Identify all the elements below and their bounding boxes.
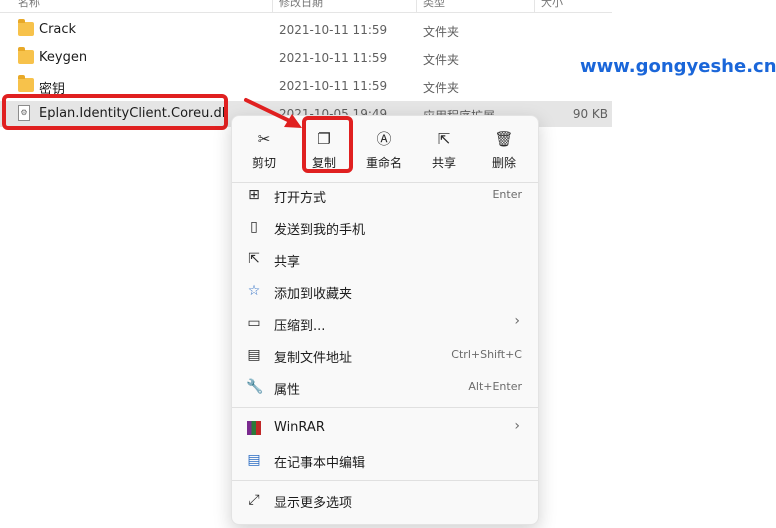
file-type: 文件夹 <box>423 81 460 95</box>
menu-item-shortcut: Ctrl+Shift+C <box>451 348 522 361</box>
share-icon: ⇱ <box>437 130 451 148</box>
share-button[interactable]: ⇱ 共享 <box>416 124 472 176</box>
file-name: Keygen <box>39 50 88 65</box>
menu-divider <box>232 407 538 408</box>
more-options-icon: ⤢ <box>248 492 260 508</box>
share-label: 共享 <box>431 156 456 170</box>
chevron-right-icon: › <box>514 418 520 434</box>
open-with-icon: ⊞ <box>248 187 260 203</box>
menu-item-add-favorites[interactable]: ☆ 添加到收藏夹 <box>236 276 534 306</box>
file-date: 2021-10-11 11:59 <box>279 51 388 65</box>
menu-item-shortcut: Enter <box>492 188 522 201</box>
menu-divider <box>232 480 538 481</box>
phone-icon: ▯ <box>250 219 258 235</box>
menu-item-share[interactable]: ⇱ 共享 <box>236 244 534 274</box>
column-type-header[interactable]: 类型 <box>423 0 445 10</box>
delete-label: 删除 <box>491 156 516 170</box>
chevron-right-icon: › <box>514 313 520 329</box>
menu-item-edit-notepad[interactable]: ▤ 在记事本中编辑 <box>236 445 534 475</box>
column-header: 名称 修改日期 类型 大小 <box>0 0 612 13</box>
context-menu: ✂ 剪切 ❐ 复制 Ⓐ 重命名 ⇱ 共享 🗑 删除 ⊞ 打开方式 Enter ▯… <box>231 115 539 525</box>
menu-item-properties[interactable]: 🔧 属性 Alt+Enter <box>236 372 534 402</box>
menu-item-label: 属性 <box>274 383 301 398</box>
menu-item-label: 复制文件地址 <box>274 351 353 366</box>
file-date: 2021-10-11 11:59 <box>279 79 388 93</box>
rename-button[interactable]: Ⓐ 重命名 <box>356 124 412 176</box>
menu-item-compress[interactable]: ▭ 压缩到... › <box>236 308 534 338</box>
file-row[interactable]: Keygen 2021-10-11 11:59 文件夹 <box>0 45 612 71</box>
watermark-logo: 工业社 <box>603 15 730 62</box>
file-size: 90 KB <box>572 107 608 121</box>
menu-item-winrar[interactable]: WinRAR › <box>236 413 534 443</box>
menu-item-label: 发送到我的手机 <box>274 223 366 238</box>
column-date-header[interactable]: 修改日期 <box>279 0 323 10</box>
menu-item-label: 添加到收藏夹 <box>274 287 353 302</box>
rename-icon: Ⓐ <box>376 130 392 148</box>
notepad-icon: ▤ <box>247 452 261 468</box>
column-separator[interactable] <box>416 0 417 12</box>
menu-item-copy-path[interactable]: ▤ 复制文件地址 Ctrl+Shift+C <box>236 340 534 370</box>
folder-icon <box>18 47 34 64</box>
file-name: Crack <box>39 22 77 37</box>
folder-icon <box>18 75 34 92</box>
file-row[interactable]: Crack 2021-10-11 11:59 文件夹 <box>0 17 612 43</box>
trash-icon: 🗑 <box>494 130 514 148</box>
highlight-box-file <box>2 94 228 130</box>
file-type: 文件夹 <box>423 53 460 67</box>
arrow-annotation <box>244 98 302 128</box>
watermark-url: www.gongyeshe.cn <box>580 56 776 77</box>
folder-icon <box>18 19 34 36</box>
wrench-icon: 🔧 <box>246 379 264 395</box>
column-separator[interactable] <box>272 0 273 12</box>
rename-label: 重命名 <box>365 156 402 170</box>
menu-item-label: WinRAR <box>274 420 325 435</box>
file-date: 2021-10-11 11:59 <box>279 23 388 37</box>
menu-item-shortcut: Alt+Enter <box>468 380 522 393</box>
menu-item-label: 压缩到... <box>274 319 326 334</box>
menu-item-label: 在记事本中编辑 <box>274 456 366 471</box>
zip-folder-icon: ▭ <box>247 315 261 331</box>
share-icon: ⇱ <box>248 251 260 267</box>
column-separator[interactable] <box>534 0 535 12</box>
copy-path-icon: ▤ <box>247 347 261 363</box>
menu-item-label: 共享 <box>274 255 301 270</box>
column-name-header[interactable]: 名称 <box>18 0 40 10</box>
winrar-icon <box>247 421 261 435</box>
delete-button[interactable]: 🗑 删除 <box>476 124 532 176</box>
menu-item-open-with[interactable]: ⊞ 打开方式 Enter <box>236 180 534 210</box>
menu-item-label: 打开方式 <box>274 191 327 206</box>
column-size-header[interactable]: 大小 <box>541 0 563 10</box>
menu-item-send-to-phone[interactable]: ▯ 发送到我的手机 <box>236 212 534 242</box>
file-type: 文件夹 <box>423 25 460 39</box>
menu-item-show-more-options[interactable]: ⤢ 显示更多选项 <box>236 485 534 515</box>
menu-item-label: 显示更多选项 <box>274 496 353 511</box>
star-icon: ☆ <box>247 283 261 299</box>
cut-label: 剪切 <box>251 156 276 170</box>
